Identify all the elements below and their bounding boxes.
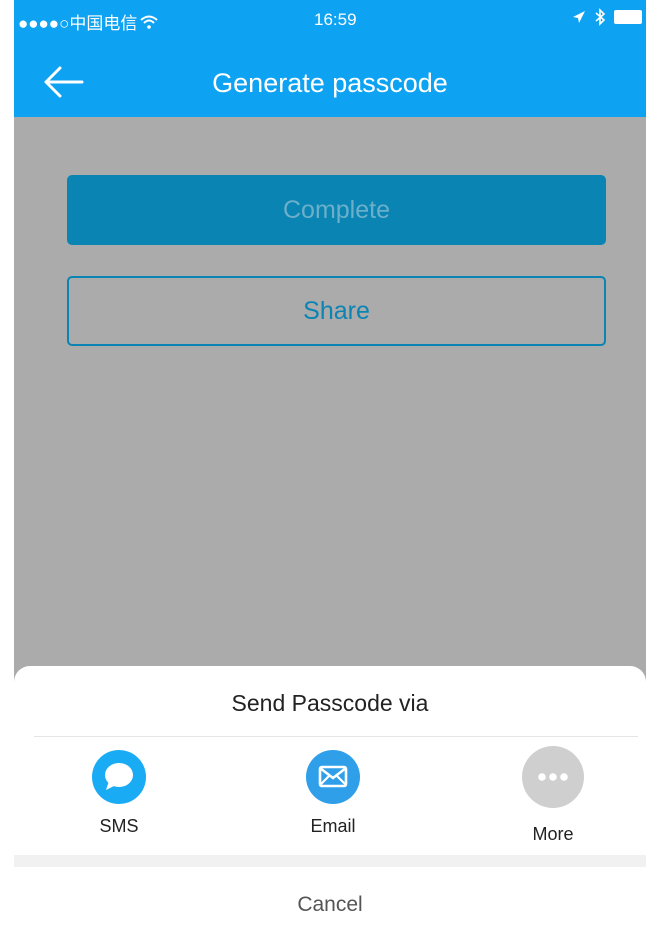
email-icon	[306, 750, 360, 804]
share-option-label: SMS	[99, 816, 139, 836]
cancel-button[interactable]: Cancel	[14, 867, 646, 928]
battery-icon	[614, 10, 642, 24]
complete-button[interactable]: Complete	[67, 175, 606, 245]
wifi-icon	[140, 15, 159, 29]
carrier-label: ●●●●○中国电信	[18, 14, 138, 33]
phone-screen: ●●●●○中国电信 16:59 Generate passcode Comple…	[14, 0, 646, 928]
share-option-email[interactable]: Email	[273, 746, 393, 837]
app-header: ●●●●○中国电信 16:59 Generate passcode	[14, 0, 646, 117]
sms-icon	[92, 750, 146, 804]
section-separator	[14, 855, 646, 867]
status-right	[572, 8, 642, 26]
status-bar: ●●●●○中国电信 16:59	[14, 0, 646, 36]
more-icon	[522, 746, 584, 808]
share-option-label: More	[532, 824, 574, 844]
nav-bar: Generate passcode	[14, 52, 646, 117]
share-button[interactable]: Share	[67, 276, 606, 346]
share-option-sms[interactable]: SMS	[59, 746, 179, 837]
share-option-more[interactable]: More	[493, 746, 613, 845]
location-arrow-icon	[573, 11, 585, 23]
status-time: 16:59	[314, 10, 357, 29]
status-left: ●●●●○中国电信	[18, 9, 159, 34]
divider	[34, 736, 638, 737]
share-sheet: Send Passcode via SMS Email More Cancel	[14, 666, 646, 928]
sheet-title: Send Passcode via	[231, 690, 429, 716]
page-title: Generate passcode	[212, 68, 448, 98]
share-option-label: Email	[310, 816, 356, 836]
bluetooth-icon	[595, 8, 606, 26]
